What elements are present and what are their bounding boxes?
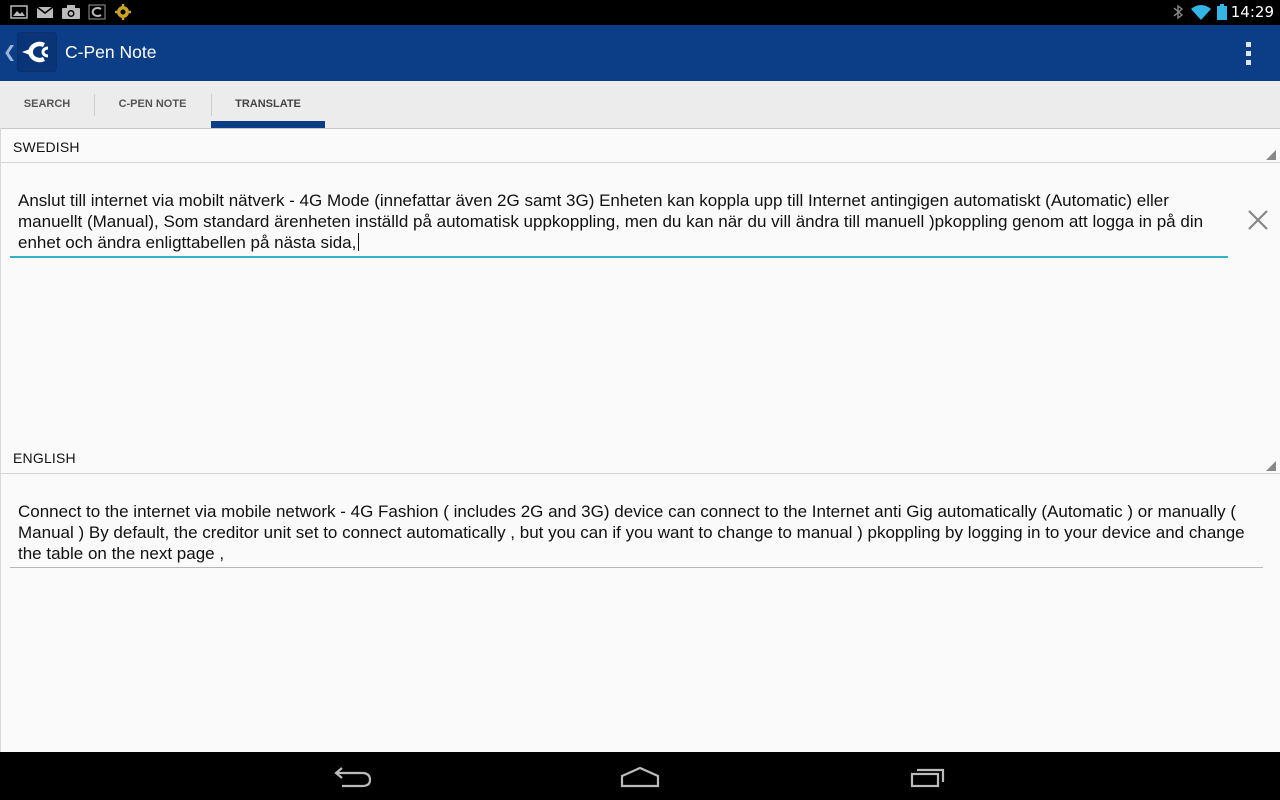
bluetooth-icon [1173,4,1184,20]
source-language-selector[interactable]: SWEDISH [0,129,1280,163]
clock-time: 14:29 [1230,3,1274,21]
spinner-triangle-icon [1266,461,1276,471]
navigation-bar [0,752,1280,800]
close-icon[interactable] [1246,208,1270,232]
up-caret-icon[interactable]: ❮ [3,42,16,61]
cpen-icon [88,4,106,20]
wifi-icon [1191,5,1211,20]
tab-search[interactable]: SEARCH [0,81,94,128]
overflow-menu-icon[interactable] [1246,42,1252,66]
app-title: C-Pen Note [65,42,157,62]
gallery-icon [10,5,28,19]
tab-indicator [211,121,325,128]
tab-bar: SEARCH C-PEN NOTE TRANSLATE [0,81,1280,129]
target-language-label: ENGLISH [13,450,76,466]
source-text: Anslut till internet via mobilt nätverk … [18,191,1204,252]
gmail-icon [36,6,54,18]
source-language-label: SWEDISH [13,139,80,155]
target-language-selector[interactable]: ENGLISH [0,440,1280,474]
home-icon[interactable] [615,762,665,790]
tab-cpen-note[interactable]: C-PEN NOTE [95,81,210,128]
status-bar: 14:29 [0,0,1280,25]
battery-icon [1217,4,1227,20]
recent-apps-icon[interactable] [903,762,953,790]
text-cursor [358,233,360,251]
translation-text: Connect to the internet via mobile netwo… [18,502,1245,563]
cpen-logo-icon[interactable] [18,33,56,71]
back-icon[interactable] [328,762,378,790]
settings-gear-icon [115,4,131,20]
camera-icon [62,5,80,19]
action-bar: ❮ C-Pen Note [0,25,1280,81]
translation-output[interactable]: Connect to the internet via mobile netwo… [10,501,1263,568]
source-text-input[interactable]: Anslut till internet via mobilt nätverk … [10,190,1228,258]
spinner-triangle-icon [1266,150,1276,160]
